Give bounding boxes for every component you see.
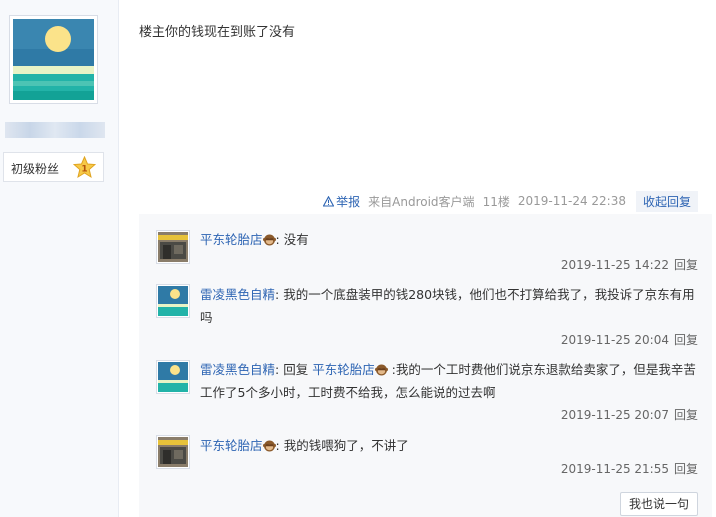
monkey-emoji-icon xyxy=(262,234,276,246)
floor-number: 11楼 xyxy=(482,194,510,209)
moon-sea-avatar-icon xyxy=(158,362,188,392)
author-sidebar: 初级粉丝 1 xyxy=(0,0,119,517)
collapse-replies-button[interactable]: 收起回复 xyxy=(635,190,698,212)
rank-level: 1 xyxy=(81,165,87,175)
reply-button[interactable]: 回复 xyxy=(674,333,698,347)
reply-author-link[interactable]: 雷凌黑色自精 xyxy=(200,287,275,302)
moon-sea-avatar-icon xyxy=(13,19,94,100)
warning-icon xyxy=(323,195,335,207)
say-something-button[interactable]: 我也说一句 xyxy=(620,492,698,516)
reply-avatar[interactable] xyxy=(156,360,190,394)
reply-button[interactable]: 回复 xyxy=(674,258,698,272)
reply-time: 2019-11-25 21:55 xyxy=(560,462,669,476)
reply-body: 没有 xyxy=(283,232,309,247)
reply-button[interactable]: 回复 xyxy=(674,408,698,422)
fan-rank-badge[interactable]: 初级粉丝 1 xyxy=(3,152,104,182)
username-blurred[interactable] xyxy=(5,122,105,138)
reply-time: 2019-11-25 14:22 xyxy=(560,258,669,272)
shop-avatar-icon xyxy=(158,232,188,262)
reply-meta: 2019-11-25 20:07 回复 xyxy=(561,406,698,423)
post-meta: 举报 来自Android客户端 11楼 2019-11-24 22:38 收起回… xyxy=(323,190,698,212)
reply-author-link[interactable]: 雷凌黑色自精 xyxy=(200,362,275,377)
reply-time: 2019-11-25 20:04 xyxy=(560,333,669,347)
reply-text: 平东轮胎店: 没有 xyxy=(200,232,309,247)
post-source: 来自Android客户端 xyxy=(368,194,475,209)
reply-author-link[interactable]: 平东轮胎店 xyxy=(200,438,263,453)
star-rank-icon: 1 xyxy=(73,156,96,179)
reply-time: 2019-11-25 20:07 xyxy=(560,408,669,422)
report-link[interactable]: 举报 xyxy=(323,193,360,210)
reply-body: 我的钱喂狗了，不讲了 xyxy=(283,438,409,453)
reply-text: 平东轮胎店: 我的钱喂狗了，不讲了 xyxy=(200,438,409,453)
moon-sea-avatar-icon xyxy=(158,286,188,316)
rank-label: 初级粉丝 xyxy=(11,162,60,176)
reply-button[interactable]: 回复 xyxy=(674,462,698,476)
monkey-emoji-icon xyxy=(262,440,276,452)
reply-meta: 2019-11-25 20:04 回复 xyxy=(561,331,698,348)
shop-avatar-icon xyxy=(158,437,188,467)
post-content: 楼主你的钱现在到账了没有 xyxy=(139,25,296,40)
report-label: 举报 xyxy=(336,194,361,209)
reply-text: 雷凌黑色自精: 回复 平东轮胎店 :我的一个工时费他们说京东退款给卖家了，但是我… xyxy=(200,362,696,400)
reply-meta: 2019-11-25 21:55 回复 xyxy=(561,460,698,477)
reply-text: 雷凌黑色自精: 我的一个底盘装甲的钱280块钱，他们也不打算给我了，我投诉了京东… xyxy=(200,287,695,325)
reply-prefix: 回复 xyxy=(283,362,313,377)
reply-avatar[interactable] xyxy=(156,284,190,318)
monkey-emoji-icon xyxy=(374,364,388,376)
user-avatar[interactable] xyxy=(9,15,98,104)
post-time: 2019-11-24 22:38 xyxy=(517,194,626,208)
reply-avatar[interactable] xyxy=(156,435,190,469)
reply-meta: 2019-11-25 14:22 回复 xyxy=(561,256,698,273)
sub-reply-list: 平东轮胎店: 没有 2019-11-25 14:22 回复 雷凌黑色自精: 我的一… xyxy=(139,214,712,517)
reply-target-link[interactable]: 平东轮胎店 xyxy=(312,362,375,377)
reply-author-link[interactable]: 平东轮胎店 xyxy=(200,232,263,247)
reply-avatar[interactable] xyxy=(156,230,190,264)
